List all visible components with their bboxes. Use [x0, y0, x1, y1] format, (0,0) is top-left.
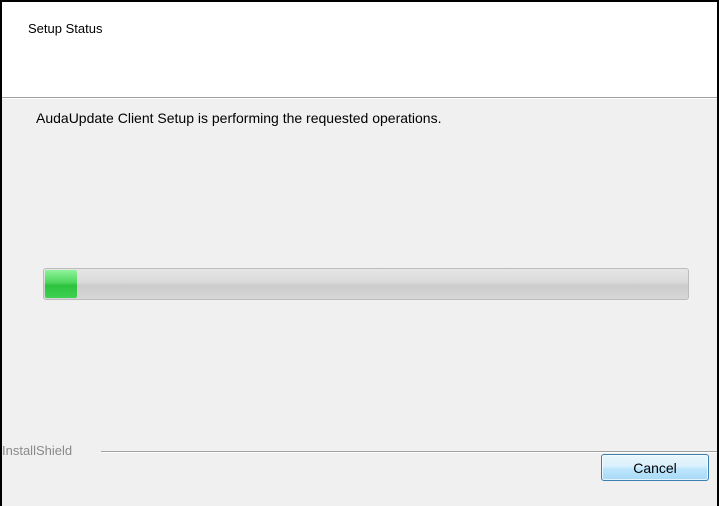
progress-fill: [45, 270, 77, 298]
dialog-title: Setup Status: [28, 21, 103, 36]
installshield-label: InstallShield: [2, 443, 73, 458]
setup-dialog: Setup Status AudaUpdate Client Setup is …: [0, 0, 719, 506]
status-message: AudaUpdate Client Setup is performing th…: [36, 110, 442, 126]
footer-divider: [101, 451, 717, 452]
cancel-button[interactable]: Cancel: [601, 454, 709, 481]
header-divider: [2, 98, 717, 99]
dialog-header: Setup Status: [2, 2, 717, 98]
progress-bar: [43, 268, 689, 300]
